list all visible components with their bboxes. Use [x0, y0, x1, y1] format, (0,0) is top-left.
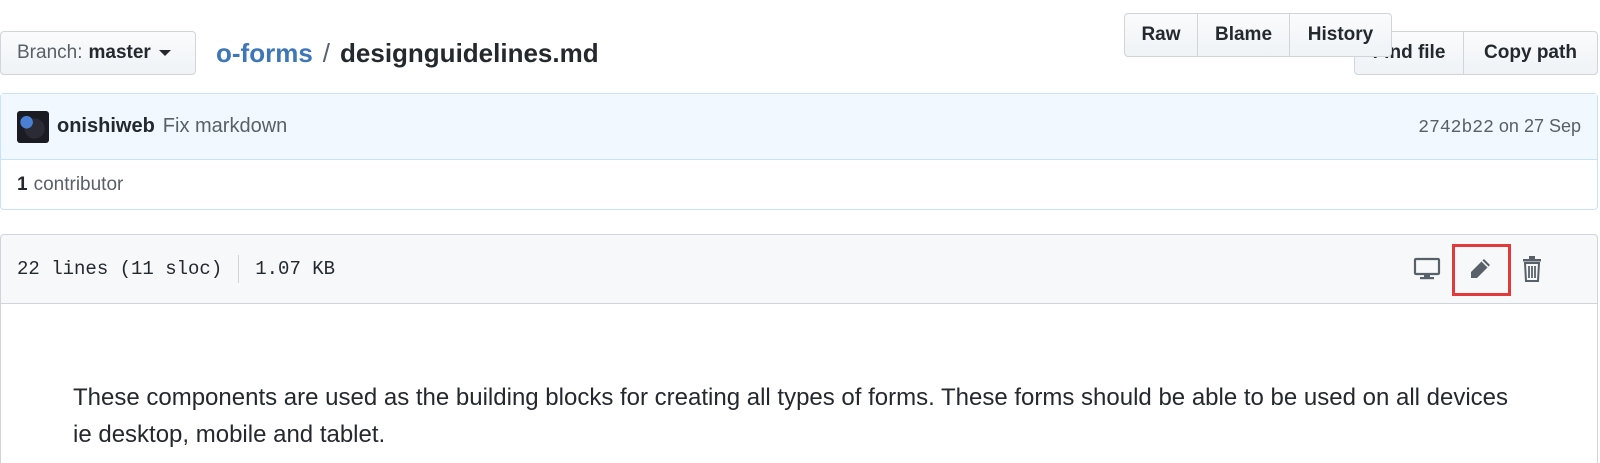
- file-size: 1.07 KB: [255, 258, 336, 280]
- history-button[interactable]: History: [1290, 13, 1392, 57]
- branch-name: master: [88, 42, 151, 63]
- contributor-label: contributor: [33, 173, 124, 195]
- latest-commit-row: onishiweb Fix markdown 2742b22 on 27 Sep: [1, 94, 1597, 160]
- copy-path-button[interactable]: Copy path: [1464, 31, 1598, 75]
- contributor-count: 1: [17, 173, 28, 195]
- raw-button[interactable]: Raw: [1124, 13, 1198, 57]
- avatar[interactable]: [17, 110, 49, 143]
- repo-link[interactable]: o-forms: [216, 38, 313, 69]
- line-count: 22 lines (11 sloc): [17, 258, 223, 280]
- commit-date: on 27 Sep: [1498, 115, 1581, 136]
- file-name: designguidelines.md: [340, 37, 599, 68]
- markdown-paragraph: These components are used as the buildin…: [73, 384, 1509, 448]
- trash-icon[interactable]: [1518, 255, 1546, 283]
- desktop-icon[interactable]: [1413, 255, 1441, 283]
- file-view-buttons: Raw Blame History: [1124, 13, 1392, 57]
- file-body: These components are used as the buildin…: [0, 303, 1598, 463]
- file-info: 22 lines (11 sloc) 1.07 KB: [17, 235, 335, 303]
- edit-highlight-box: [1452, 244, 1511, 296]
- commit-meta: 2742b22 on 27 Sep: [1418, 116, 1581, 138]
- commit-message-link[interactable]: Fix markdown: [163, 115, 287, 138]
- branch-prefix: Branch:: [17, 42, 83, 63]
- commit-tease: onishiweb Fix markdown 2742b22 on 27 Sep…: [0, 93, 1598, 210]
- file-header: 22 lines (11 sloc) 1.07 KB: [0, 234, 1598, 304]
- commit-author-link[interactable]: onishiweb: [57, 115, 155, 138]
- file-info-divider: [238, 255, 240, 283]
- blame-button[interactable]: Blame: [1198, 13, 1290, 57]
- contributors-row[interactable]: 1 contributor: [1, 160, 1597, 209]
- breadcrumb: o-forms / designguidelines.md: [216, 31, 599, 75]
- branch-select-button[interactable]: Branch: master: [0, 31, 196, 75]
- caret-down-icon: [158, 50, 171, 56]
- commit-sha-link[interactable]: 2742b22: [1418, 118, 1494, 138]
- breadcrumb-separator: /: [322, 37, 331, 68]
